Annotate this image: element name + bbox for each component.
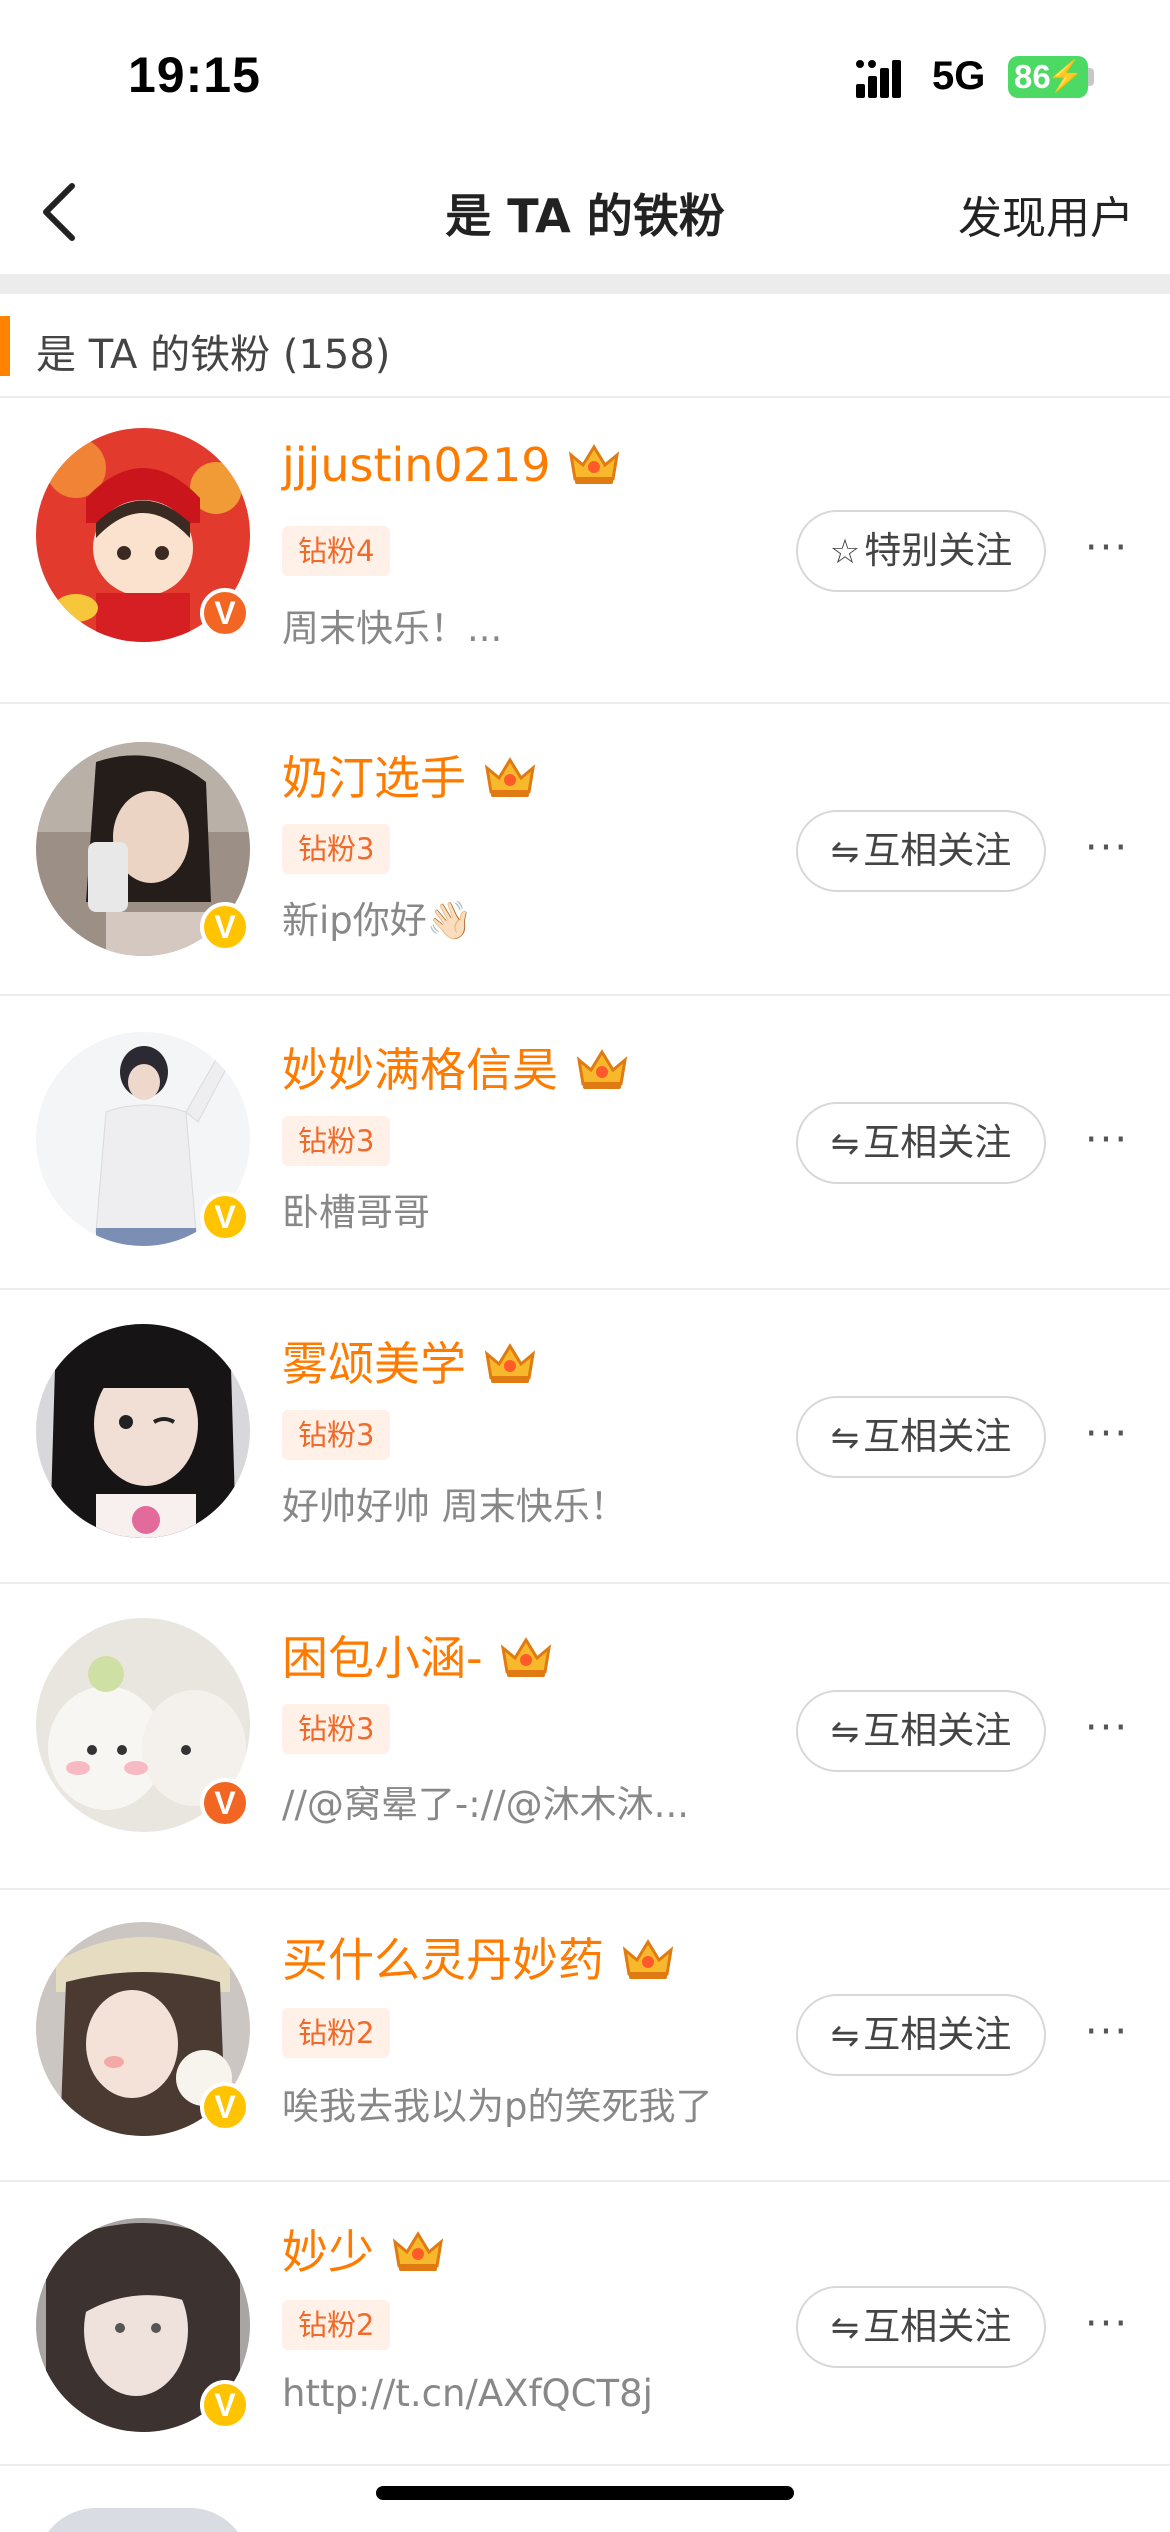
- list-item[interactable]: V 困包小涵- 钻粉3 //@窝晕了-://@沐木沐... ⇋ 互相关注 ···: [0, 1584, 1170, 1890]
- list-item[interactable]: V 奶汀选手 钻粉3 新ip你好👋🏻 ⇋ 互相关注 ···: [0, 704, 1170, 996]
- crown-icon: [392, 2231, 443, 2271]
- mutual-follow-button[interactable]: ⇋ 互相关注: [796, 1994, 1046, 2076]
- verified-badge-icon: V: [200, 2380, 250, 2430]
- more-options-button[interactable]: ···: [1082, 528, 1132, 568]
- follow-button-label: 互相关注: [863, 1709, 1012, 1752]
- verified-badge-icon: V: [200, 902, 250, 952]
- fan-list: V jjjustin0219 钻粉4 周末快乐！... ☆ 特别关注 ··· V…: [0, 398, 1170, 2466]
- follow-button-label: 互相关注: [863, 1415, 1012, 1458]
- mutual-arrows-icon: ⇋: [830, 2308, 860, 2348]
- username-text: 妙少: [282, 2225, 374, 2279]
- mutual-arrows-icon: ⇋: [830, 1124, 860, 1164]
- crown-icon: [484, 757, 535, 797]
- fan-level-badge: 钻粉3: [282, 1116, 391, 1166]
- nav-bar: 是 TA 的铁粉 发现用户: [0, 150, 1170, 274]
- section-header: 是 TA 的铁粉 (158): [0, 294, 1170, 398]
- list-item[interactable]: V jjjustin0219 钻粉4 周末快乐！... ☆ 特别关注 ···: [0, 398, 1170, 704]
- special-follow-button[interactable]: ☆ 特别关注: [796, 510, 1046, 592]
- back-button[interactable]: [26, 172, 106, 252]
- mutual-follow-button[interactable]: ⇋ 互相关注: [796, 810, 1046, 892]
- fan-level-badge: 钻粉4: [282, 526, 391, 576]
- user-description: 周末快乐！...: [282, 607, 503, 650]
- battery-level: 86: [1014, 58, 1051, 95]
- discover-users-button[interactable]: 发现用户: [958, 182, 1134, 246]
- user-description: 唉我去我以为p的笑死我了: [282, 2085, 713, 2128]
- avatar: [36, 2508, 250, 2532]
- verified-badge-icon: V: [200, 1778, 250, 1828]
- username-text: 困包小涵-: [282, 1631, 483, 1685]
- follow-button-label: 特别关注: [864, 529, 1013, 572]
- user-description: http://t.cn/AXfQCT8j: [282, 2372, 653, 2415]
- username[interactable]: 妙妙满格信昊: [282, 1034, 629, 1100]
- mutual-arrows-icon: ⇋: [830, 832, 860, 872]
- follow-button-label: 互相关注: [863, 2305, 1012, 2348]
- follow-button-label: 互相关注: [863, 829, 1012, 872]
- more-options-button[interactable]: ···: [1082, 1708, 1132, 1748]
- crown-icon: [501, 1637, 552, 1677]
- chevron-left-icon: [43, 183, 75, 241]
- verified-badge-icon: V: [200, 2082, 250, 2132]
- list-item[interactable]: V 妙少 钻粉2 http://t.cn/AXfQCT8j ⇋ 互相关注 ···: [0, 2182, 1170, 2466]
- username[interactable]: jjjustin0219: [282, 438, 621, 492]
- follow-button-label: 互相关注: [863, 1121, 1012, 1164]
- mutual-arrows-icon: ⇋: [830, 2016, 860, 2056]
- mutual-follow-button[interactable]: ⇋ 互相关注: [796, 1690, 1046, 1772]
- username[interactable]: 困包小涵-: [282, 1622, 553, 1688]
- username-text: jjjustin0219: [282, 438, 551, 492]
- user-description: 卧槽哥哥: [282, 1191, 430, 1234]
- crown-icon: [568, 444, 620, 484]
- more-options-button[interactable]: ···: [1082, 828, 1132, 868]
- charging-bolt-icon: ⚡: [1046, 60, 1084, 93]
- status-time: 19:15: [128, 47, 261, 103]
- mutual-follow-button[interactable]: ⇋ 互相关注: [796, 1102, 1046, 1184]
- avatar[interactable]: [36, 1324, 250, 1538]
- username-text: 奶汀选手: [282, 751, 466, 805]
- crown-icon: [622, 1939, 673, 1979]
- verified-badge-icon: V: [200, 1192, 250, 1242]
- username[interactable]: 妙少: [282, 2216, 445, 2282]
- section-title: 是 TA 的铁粉 (158): [36, 332, 391, 378]
- mutual-arrows-icon: ⇋: [830, 1712, 860, 1752]
- home-indicator[interactable]: [376, 2486, 794, 2500]
- username-text: 雾颂美学: [282, 1337, 466, 1391]
- status-bar: 19:15 5G 86 ⚡: [0, 0, 1170, 150]
- username[interactable]: 买什么灵丹妙药: [282, 1924, 675, 1990]
- verified-badge-icon: V: [200, 588, 250, 638]
- user-description: 好帅好帅 周末快乐！: [282, 1485, 627, 1528]
- star-outline-icon: ☆: [829, 532, 861, 572]
- username-text: 买什么灵丹妙药: [282, 1933, 604, 1987]
- username-text: 妙妙满格信昊: [282, 1043, 558, 1097]
- mutual-arrows-icon: ⇋: [830, 1418, 860, 1458]
- fan-level-badge: 钻粉3: [282, 1410, 391, 1460]
- fan-level-badge: 钻粉2: [282, 2300, 391, 2350]
- more-options-button[interactable]: ···: [1082, 1120, 1132, 1160]
- fan-level-badge: 钻粉3: [282, 1704, 391, 1754]
- crown-icon: [484, 1343, 535, 1383]
- list-item[interactable]: V 妙妙满格信昊 钻粉3 卧槽哥哥 ⇋ 互相关注 ···: [0, 996, 1170, 1290]
- more-options-button[interactable]: ···: [1082, 2304, 1132, 2344]
- avatar-image: [36, 1324, 250, 1538]
- signal-icon: [856, 60, 901, 98]
- more-options-button[interactable]: ···: [1082, 1414, 1132, 1454]
- user-description: //@窝晕了-://@沐木沐...: [282, 1783, 689, 1826]
- section-accent-bar: [0, 316, 10, 376]
- follow-button-label: 互相关注: [863, 2013, 1012, 2056]
- username[interactable]: 雾颂美学: [282, 1328, 537, 1394]
- more-options-button[interactable]: ···: [1082, 2012, 1132, 2052]
- battery-icon: 86 ⚡: [1008, 56, 1088, 98]
- divider-band: [0, 274, 1170, 294]
- fan-level-badge: 钻粉3: [282, 824, 391, 874]
- list-item[interactable]: 雾颂美学 钻粉3 好帅好帅 周末快乐！ ⇋ 互相关注 ···: [0, 1290, 1170, 1584]
- user-description: 新ip你好👋🏻: [282, 899, 473, 942]
- network-label: 5G: [932, 54, 986, 98]
- battery-tip: [1088, 68, 1094, 86]
- fan-level-badge: 钻粉2: [282, 2008, 391, 2058]
- mutual-follow-button[interactable]: ⇋ 互相关注: [796, 2286, 1046, 2368]
- mutual-follow-button[interactable]: ⇋ 互相关注: [796, 1396, 1046, 1478]
- list-item[interactable]: V 买什么灵丹妙药 钻粉2 唉我去我以为p的笑死我了 ⇋ 互相关注 ···: [0, 1890, 1170, 2182]
- username[interactable]: 奶汀选手: [282, 742, 537, 808]
- crown-icon: [576, 1049, 627, 1089]
